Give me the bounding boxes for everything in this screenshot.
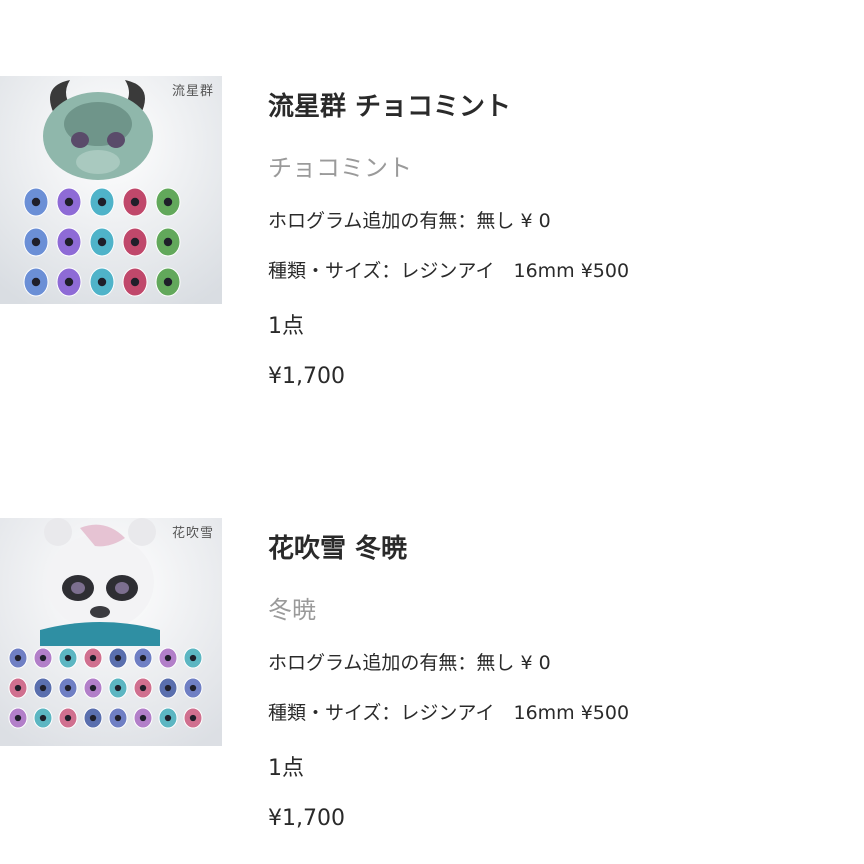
- eye-pupil-icon: [130, 197, 140, 207]
- eye-pupil-icon: [64, 237, 74, 247]
- eye-pupil-icon: [64, 197, 74, 207]
- eye-pupil-icon: [114, 654, 122, 662]
- price: ¥1,700: [268, 364, 345, 389]
- eye-pupil-icon: [164, 714, 172, 722]
- eye-pupil-icon: [31, 197, 41, 207]
- eye-pupil-icon: [89, 714, 97, 722]
- cart-item[interactable]: 花吹雪 花吹雪 冬暁 冬暁 ホログラム追加の有無：無し ¥ 0 種類・サイズ：レ…: [0, 518, 864, 858]
- eye-pupil-icon: [89, 654, 97, 662]
- eye-pupil-icon: [64, 277, 74, 287]
- eye-pupil-icon: [97, 277, 107, 287]
- thumbnail-caption: 花吹雪: [171, 526, 214, 541]
- eye-pupil-icon: [31, 277, 41, 287]
- eye-pupil-icon: [130, 237, 140, 247]
- eye-pupil-icon: [189, 684, 197, 692]
- eye-pupil-icon: [89, 684, 97, 692]
- product-title[interactable]: 流星群 チョコミント: [268, 86, 511, 123]
- eye-pupil-icon: [39, 714, 47, 722]
- eye-pupil-icon: [164, 684, 172, 692]
- option-type-size: 種類・サイズ：レジンアイ 16mm ¥500: [268, 702, 630, 724]
- option-type-size: 種類・サイズ：レジンアイ 16mm ¥500: [268, 260, 630, 282]
- eye-pupil-icon: [163, 277, 173, 287]
- eye-pupil-icon: [64, 714, 72, 722]
- eye-pupil-icon: [39, 684, 47, 692]
- eye-pupil-icon: [97, 197, 107, 207]
- quantity: 1点: [268, 314, 304, 339]
- eye-pupil-icon: [163, 237, 173, 247]
- product-thumbnail[interactable]: 流星群: [0, 76, 222, 304]
- eye-pupil-icon: [139, 684, 147, 692]
- eye-pupil-icon: [64, 684, 72, 692]
- eye-pupil-icon: [64, 654, 72, 662]
- variant-name: 冬暁: [268, 596, 316, 624]
- eye-pupil-icon: [164, 654, 172, 662]
- eye-pupil-icon: [39, 654, 47, 662]
- eye-pupil-icon: [114, 714, 122, 722]
- eye-pupil-icon: [139, 714, 147, 722]
- eye-pupil-icon: [189, 654, 197, 662]
- eye-pupil-icon: [31, 237, 41, 247]
- price: ¥1,700: [268, 806, 345, 831]
- variant-name: チョコミント: [268, 154, 412, 182]
- eye-pupil-icon: [14, 654, 22, 662]
- quantity: 1点: [268, 756, 304, 781]
- option-hologram: ホログラム追加の有無：無し ¥ 0: [268, 210, 551, 232]
- eye-pupil-icon: [139, 654, 147, 662]
- thumbnail-caption: 流星群: [171, 84, 214, 99]
- option-hologram: ホログラム追加の有無：無し ¥ 0: [268, 652, 551, 674]
- eye-pupil-icon: [163, 197, 173, 207]
- product-image: [0, 518, 222, 746]
- eye-pupil-icon: [14, 684, 22, 692]
- eye-pupil-icon: [114, 684, 122, 692]
- eye-pupil-icon: [130, 277, 140, 287]
- product-thumbnail[interactable]: 花吹雪: [0, 518, 222, 746]
- product-image: [0, 76, 222, 304]
- eye-pupil-icon: [189, 714, 197, 722]
- eye-pupil-icon: [14, 714, 22, 722]
- product-title[interactable]: 花吹雪 冬暁: [268, 528, 407, 565]
- cart-item[interactable]: 流星群 流星群 チョコミント チョコミント ホログラム追加の有無：無し ¥ 0 …: [0, 76, 864, 416]
- eye-pupil-icon: [97, 237, 107, 247]
